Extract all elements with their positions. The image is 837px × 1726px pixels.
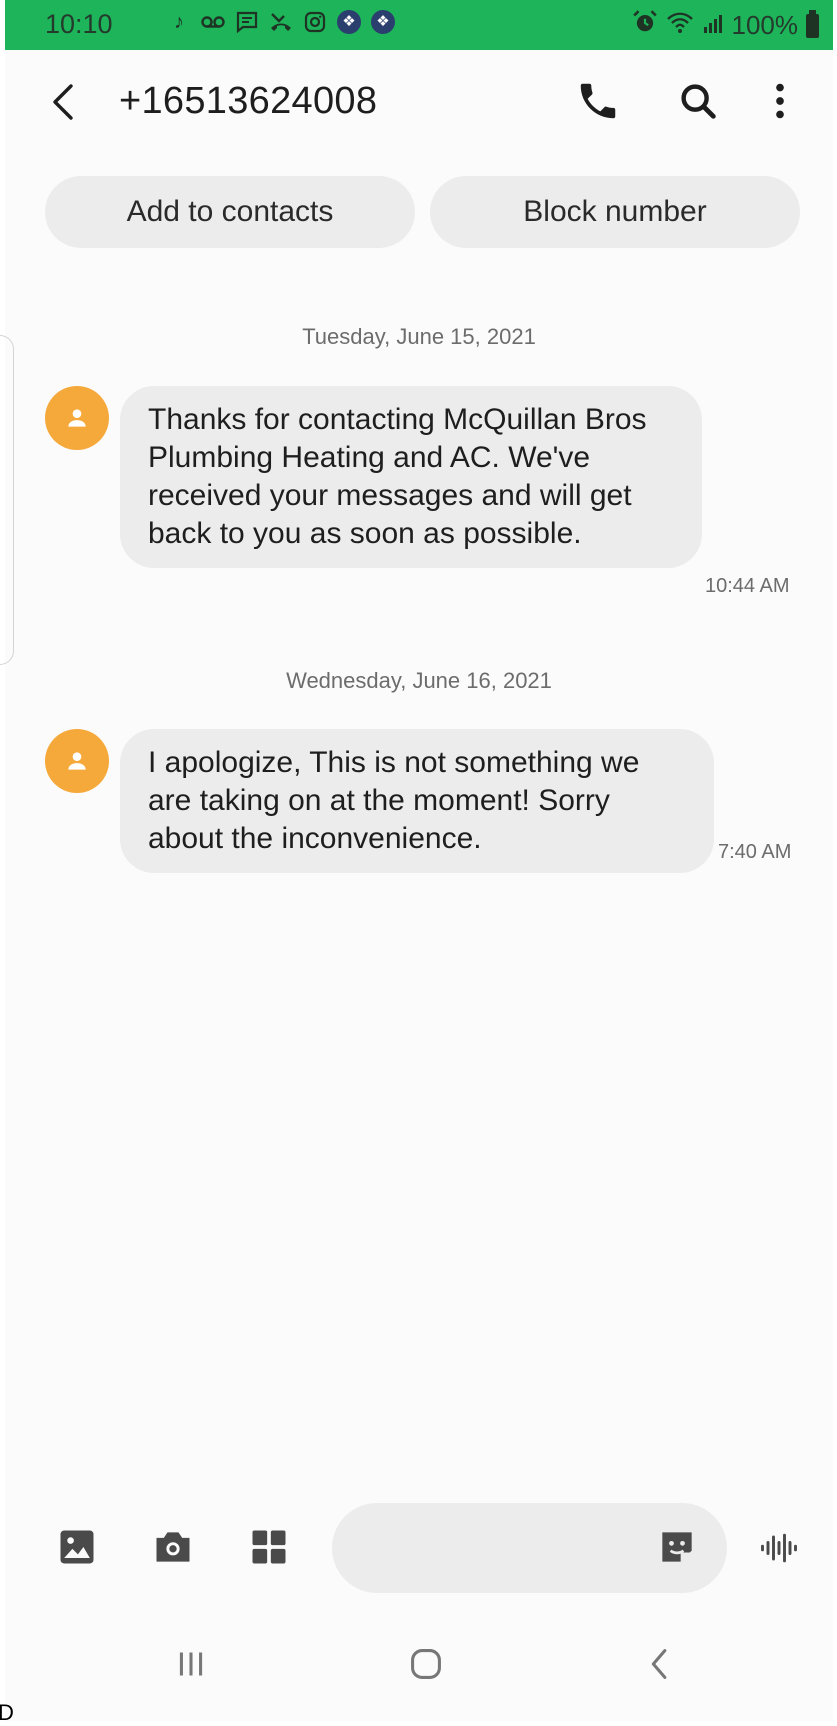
alarm-icon (632, 9, 658, 42)
wifi-icon (666, 10, 694, 41)
apps-icon (252, 1530, 286, 1564)
app-icon: ❖ (371, 10, 395, 34)
navigation-back-button[interactable] (638, 1641, 684, 1687)
sticker-button[interactable] (655, 1525, 699, 1569)
voice-icon (761, 1533, 797, 1563)
back-button[interactable] (45, 80, 85, 124)
avatar[interactable] (45, 386, 109, 450)
back-icon (53, 84, 73, 120)
phone-icon (580, 83, 616, 119)
battery-icon (806, 9, 819, 38)
date-separator: Tuesday, June 15, 2021 (302, 324, 536, 349)
screen: 10:10 ♪ ❖ ❖ 100% +16513624008 Add to con… (0, 0, 837, 1725)
missed-call-icon (269, 10, 293, 34)
search-icon (681, 84, 716, 119)
notification-icons: ♪ ❖ ❖ (167, 10, 395, 34)
gallery-button[interactable] (55, 1525, 99, 1569)
add-to-contacts-button[interactable]: Add to contacts (45, 176, 415, 248)
message-bubble[interactable]: Thanks for contacting McQuillan Bros Plu… (120, 386, 702, 568)
message-input-container (332, 1503, 727, 1593)
add-to-contacts-label: Add to contacts (126, 195, 334, 228)
recents-button[interactable] (168, 1641, 214, 1687)
block-number-label: Block number (523, 195, 707, 228)
home-icon (411, 1649, 441, 1679)
avatar[interactable] (45, 729, 109, 793)
message-time: 7:40 AM (718, 841, 792, 863)
page-title: +16513624008 (119, 80, 378, 122)
gallery-icon (60, 1530, 94, 1564)
apps-button[interactable] (247, 1525, 291, 1569)
app-icon: ❖ (337, 10, 361, 34)
status-bar: 10:10 ♪ ❖ ❖ 100% (5, 0, 833, 50)
more-vertical-icon (776, 83, 784, 119)
voice-button[interactable] (757, 1526, 801, 1570)
person-icon (68, 409, 86, 427)
conversation-header: +16513624008 (5, 50, 833, 150)
message-icon (235, 10, 259, 34)
message-bubble[interactable]: I apologize, This is not something we ar… (120, 729, 714, 873)
signal-icon (702, 10, 724, 41)
edge-panel-handle[interactable] (0, 335, 14, 665)
recents-icon (179, 1652, 203, 1676)
message-text: Thanks for contacting McQuillan Bros Plu… (148, 403, 647, 550)
status-time: 10:10 (45, 9, 113, 39)
search-button[interactable] (675, 78, 721, 124)
block-number-button[interactable]: Block number (430, 176, 800, 248)
date-separator: Wednesday, June 16, 2021 (286, 668, 552, 693)
corner-text: D (0, 1700, 14, 1725)
voicemail-icon (201, 10, 225, 34)
home-button[interactable] (403, 1641, 449, 1687)
call-button[interactable] (575, 78, 621, 124)
back-icon (651, 1649, 667, 1679)
camera-icon (156, 1532, 190, 1562)
camera-button[interactable] (151, 1525, 195, 1569)
instagram-icon (303, 10, 327, 34)
message-input[interactable] (362, 1523, 642, 1573)
more-options-button[interactable] (757, 78, 803, 124)
person-icon (68, 752, 86, 770)
message-text: I apologize, This is not something we ar… (148, 746, 640, 855)
battery-percent: 100% (731, 10, 799, 40)
message-time: 10:44 AM (705, 575, 790, 597)
sticker-icon (662, 1532, 692, 1562)
system-status: 100% (632, 9, 819, 42)
phone-screen: 10:10 ♪ ❖ ❖ 100% +16513624008 Add to con… (0, 0, 833, 1721)
tiktok-icon: ♪ (174, 11, 184, 33)
